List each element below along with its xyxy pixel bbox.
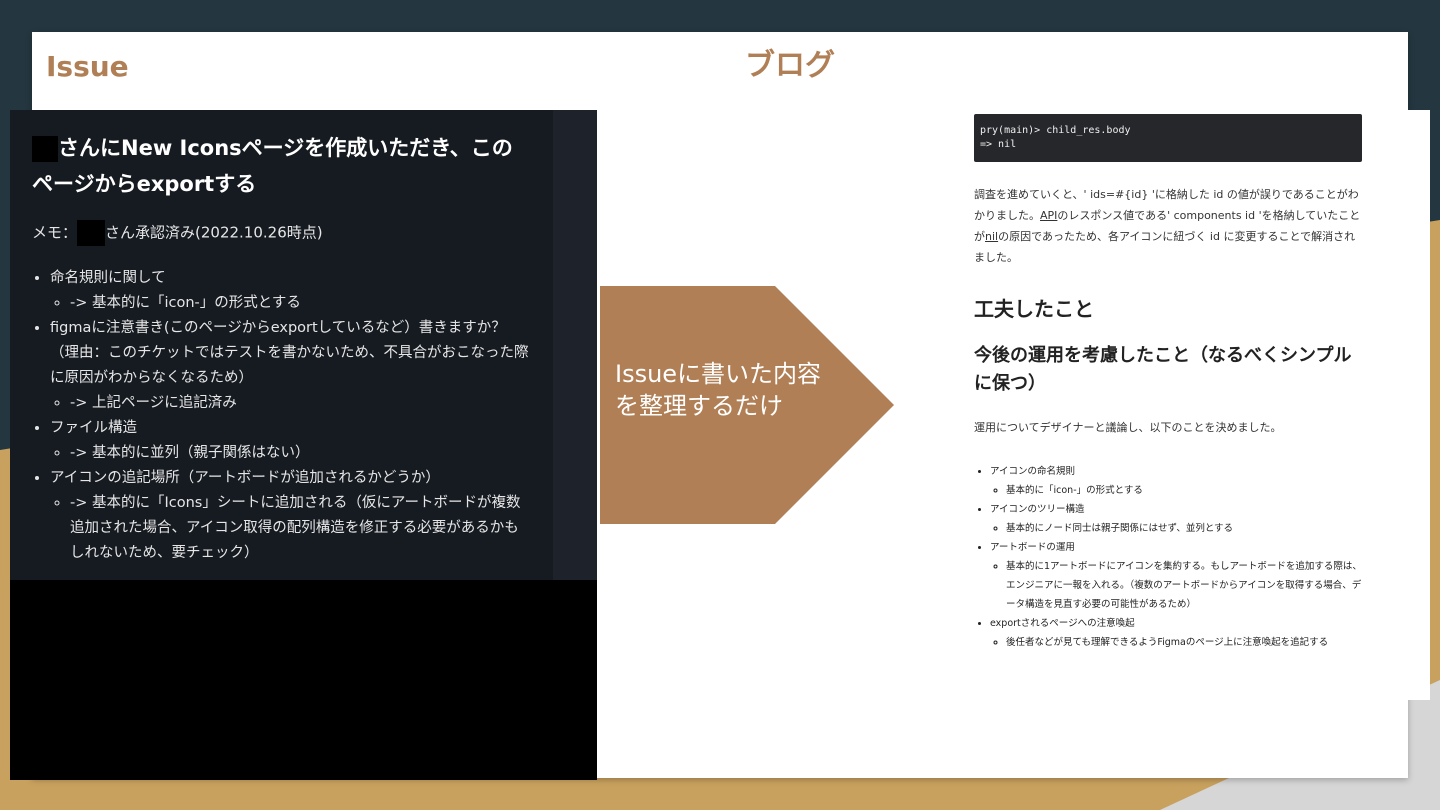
list-item: アイコンの追記場所（アートボードが追加されるかどうか） -> 基本的に「Icon… [50, 466, 532, 566]
blog-paragraph: 調査を進めていくと、' ids=#{id} 'に格納した id の値が誤りである… [974, 184, 1366, 268]
list-item-text: exportされるページへの注意喚起 [990, 618, 1135, 629]
list-subitem: -> 基本的に「Icons」シートに追加される（仮にアートボードが複数追加された… [70, 491, 532, 566]
issue-section-title: Issue [46, 50, 129, 83]
blog-heading-2: 工夫したこと [974, 297, 1094, 321]
list-item: アイコンのツリー構造 基本的にノード同士は親子関係にはせず、並列とする [990, 500, 1366, 538]
list-item-text: アートボードの運用 [990, 542, 1075, 553]
list-subitem: 基本的に1アートボードにアイコンを集約する。もしアートボードを追加する際は、エン… [1006, 557, 1366, 614]
list-item: figmaに注意書き(このページからexportしているなど）書きますか？（理由… [50, 316, 532, 416]
issue-screenshot-panel: さんにNew Iconsページを作成いただき、このページからexportする メ… [10, 110, 597, 580]
issue-heading-text: さんにNew Iconsページを作成いただき、このページからexportする [32, 136, 513, 196]
list-item-text: ファイル構造 [50, 420, 137, 436]
blog-heading-3: 今後の運用を考慮したこと（なるべくシンプルに保つ） [974, 345, 1352, 394]
redacted-name-block [32, 136, 58, 162]
list-item-text: アイコンの追記場所（アートボードが追加されるかどうか） [50, 470, 440, 486]
list-subitem: -> 上記ページに追記済み [70, 391, 532, 416]
code-line: pry(main)> child_res.body [980, 125, 1131, 136]
redacted-memo-name-block [77, 220, 106, 246]
code-block: pry(main)> child_res.body => nil [974, 114, 1362, 162]
list-subitem: -> 基本的に並列（親子関係はない） [70, 441, 532, 466]
arrow-caption: Issueに書いた内容を整理するだけ [615, 360, 822, 420]
issue-memo: メモ： さん承認済み(2022.10.26時点) [32, 220, 532, 246]
issue-heading: さんにNew Iconsページを作成いただき、このページからexportする [32, 130, 532, 202]
list-item-text: アイコンの命名規則 [990, 466, 1076, 477]
list-item: 命名規則に関して -> 基本的に「icon-」の形式とする [50, 266, 532, 316]
paragraph-text: の原因であったため、各アイコンに紐づく id に変更することで解消されました。 [974, 230, 1356, 264]
nil-link[interactable]: nil [985, 230, 998, 243]
list-subitem: 基本的に「icon-」の形式とする [1006, 481, 1366, 500]
issue-bullet-list: 命名規則に関して -> 基本的に「icon-」の形式とする figmaに注意書き… [32, 266, 532, 566]
redacted-area [10, 580, 597, 780]
api-link[interactable]: API [1040, 209, 1057, 222]
list-subitem: 後任者などが見ても理解できるようFigmaのページ上に注意喚起を追記する [1006, 633, 1366, 652]
list-item: exportされるページへの注意喚起 後任者などが見ても理解できるようFigma… [990, 614, 1366, 652]
list-item: アートボードの運用 基本的に1アートボードにアイコンを集約する。もしアートボード… [990, 538, 1366, 614]
list-item-text: アイコンのツリー構造 [990, 504, 1085, 515]
list-subitem: 基本的にノード同士は親子関係にはせず、並列とする [1006, 519, 1366, 538]
blog-bullet-list: アイコンの命名規則 基本的に「icon-」の形式とする アイコンのツリー構造 基… [974, 462, 1366, 652]
list-subitem: -> 基本的に「icon-」の形式とする [70, 291, 532, 316]
memo-prefix: メモ： [32, 223, 78, 242]
list-item: ファイル構造 -> 基本的に並列（親子関係はない） [50, 416, 532, 466]
list-item-text: 命名規則に関して [50, 270, 166, 286]
code-line: => nil [980, 139, 1017, 150]
blog-section-title: ブログ [745, 48, 835, 83]
list-item: アイコンの命名規則 基本的に「icon-」の形式とする [990, 462, 1366, 500]
blog-paragraph: 運用についてデザイナーと議論し、以下のことを決めました。 [974, 421, 1282, 434]
memo-text: さん承認済み(2022.10.26時点) [105, 223, 323, 242]
blog-content: 調査を進めていくと、' ids=#{id} 'に格納した id の値が誤りである… [974, 184, 1366, 652]
list-item-text: figmaに注意書き(このページからexportしているなど）書きますか？（理由… [50, 320, 529, 386]
blog-screenshot-panel: pry(main)> child_res.body => nil 調査を進めてい… [950, 110, 1430, 700]
issue-content: さんにNew Iconsページを作成いただき、このページからexportする メ… [32, 130, 532, 566]
